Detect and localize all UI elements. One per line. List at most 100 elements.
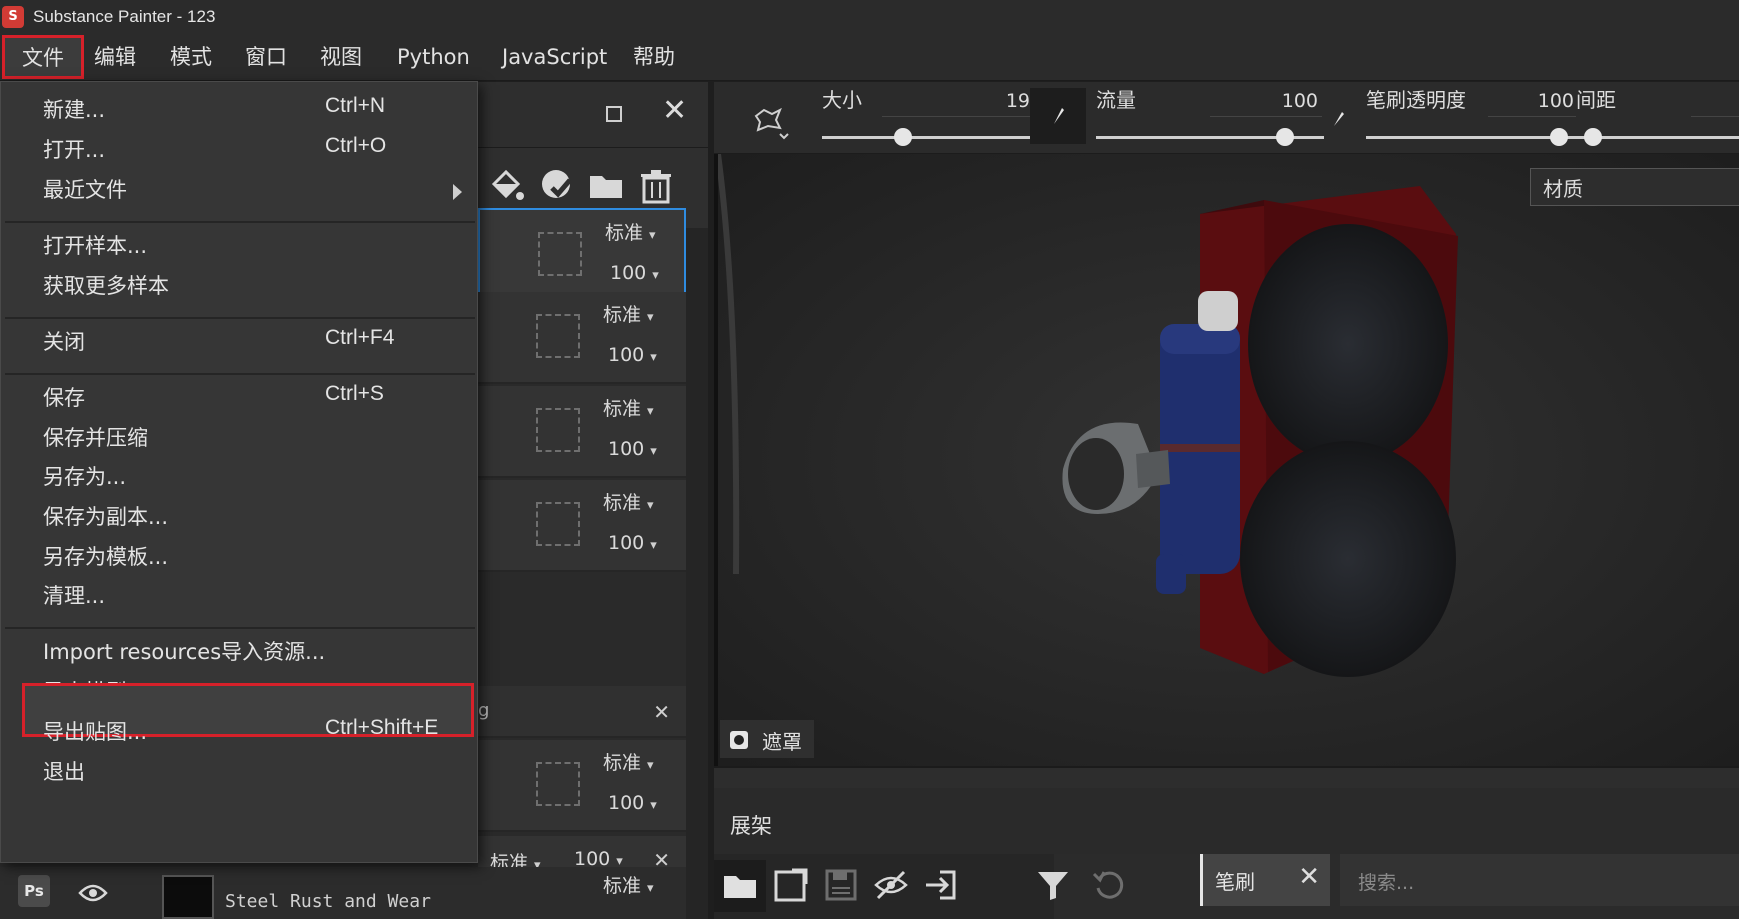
menu-mode[interactable]: 模式 (170, 33, 212, 81)
blend-mode-dropdown[interactable]: 标准▾ (603, 871, 654, 898)
menu-item-save-as[interactable]: 另存为... (3, 453, 475, 497)
menu-bar: 文件 编辑 模式 窗口 视图 Python JavaScript 帮助 (0, 33, 1739, 81)
close-panel-icon[interactable]: ✕ (662, 96, 687, 126)
size-field-underline (882, 116, 1034, 117)
menu-window[interactable]: 窗口 (245, 33, 287, 81)
flow-value[interactable]: 100 (1244, 90, 1318, 112)
menu-item-clean[interactable]: 清理... (3, 572, 475, 616)
photoshop-badge-icon: Ps (18, 875, 50, 907)
layers-panel-header: ✕ (478, 82, 708, 148)
brush-opacity-value[interactable]: 100 (1504, 90, 1574, 112)
remove-filter-icon[interactable]: ✕ (1298, 862, 1320, 892)
float-panel-icon[interactable] (606, 106, 622, 122)
layer-row[interactable]: 标准 ▾ 100 ▾ (478, 480, 686, 572)
blend-mode-dropdown[interactable]: 标准▾ (603, 488, 654, 515)
filter-icon[interactable] (1034, 866, 1072, 904)
size-slider-handle[interactable] (894, 128, 912, 146)
app-logo-icon: S (2, 5, 24, 28)
blend-mode-dropdown[interactable]: 标准▾ (605, 218, 656, 245)
fill-layer-icon[interactable] (486, 166, 526, 206)
layer-mask-thumbnail[interactable] (536, 502, 580, 546)
search-placeholder: 搜索... (1358, 872, 1415, 894)
menu-item-get-more-samples[interactable]: 获取更多样本 (3, 262, 475, 306)
pen-pressure-icon[interactable] (1328, 106, 1352, 130)
layer-row[interactable]: 标准 ▾ 100 ▾ (478, 292, 686, 384)
menu-javascript[interactable]: JavaScript (502, 33, 607, 81)
menu-item-save[interactable]: 保存 Ctrl+S (3, 374, 475, 418)
3d-model-render (718, 154, 1739, 766)
opacity-dropdown[interactable]: 100▾ (608, 532, 657, 554)
save-icon[interactable] (822, 866, 860, 904)
blend-mode-dropdown[interactable]: 标准▾ (603, 394, 654, 421)
menu-item-save-compress[interactable]: 保存并压缩 (3, 414, 475, 458)
flow-label: 流量 (1096, 88, 1136, 112)
hide-icon[interactable] (872, 866, 910, 904)
size-slider-track[interactable] (822, 136, 1034, 139)
layer-row[interactable]: 标准 ▾ 100 ▾ (478, 386, 686, 478)
layer-row[interactable]: 标准 ▾ 100 ▾ (478, 208, 686, 300)
layer-mask-thumbnail[interactable] (536, 762, 580, 806)
menu-item-open-sample[interactable]: 打开样本... (3, 222, 475, 266)
menu-edit[interactable]: 编辑 (94, 33, 136, 81)
mask-toggle[interactable]: 遮罩 (720, 720, 814, 758)
mask-icon (730, 731, 748, 749)
layer-mask-thumbnail[interactable] (538, 232, 582, 276)
spacing-slider-handle[interactable] (1584, 128, 1602, 146)
layer-mask-thumbnail[interactable] (536, 408, 580, 452)
opacity-dropdown[interactable]: 100▾ (608, 792, 657, 814)
layer-row-steel-rust[interactable]: Ps Steel Rust and Wear 标准 ▾ (0, 867, 686, 919)
menu-view[interactable]: 视图 (320, 33, 362, 81)
opacity-dropdown[interactable]: 100▾ (608, 438, 657, 460)
channel-select[interactable]: 材质 (1530, 168, 1739, 206)
shelf-panel: 展架 笔刷 ✕ 搜索... (714, 788, 1739, 919)
import-icon[interactable] (922, 866, 960, 904)
size-value[interactable]: 19 (964, 90, 1030, 112)
shelf-search-input[interactable]: 搜索... (1340, 854, 1739, 906)
blend-mode-dropdown[interactable]: 标准▾ (603, 300, 654, 327)
trash-icon[interactable] (636, 166, 676, 206)
mask-label: 遮罩 (762, 730, 802, 754)
menu-item-export-textures[interactable]: 导出贴图... Ctrl+Shift+E (3, 708, 475, 752)
window-title: Substance Painter - 123 (33, 6, 216, 26)
opacity-dropdown[interactable]: 100▾ (608, 344, 657, 366)
menu-item-new[interactable]: 新建... Ctrl+N (3, 86, 475, 130)
filter-tag-brush[interactable]: 笔刷 ✕ (1200, 854, 1330, 906)
shelf-toolbar: 笔刷 ✕ 搜索... (714, 854, 1739, 919)
menu-python[interactable]: Python (397, 33, 470, 81)
layer-row[interactable]: 标准 ▾ 100 ▾ (478, 740, 686, 832)
spacing-label: 间距 (1576, 88, 1616, 112)
blend-mode-dropdown[interactable]: 标准▾ (603, 748, 654, 775)
menu-item-open[interactable]: 打开... Ctrl+O (3, 126, 475, 170)
opacity-slider-track[interactable] (1366, 136, 1576, 139)
brush-opacity-label: 笔刷透明度 (1366, 88, 1466, 112)
pressure-size-toggle[interactable] (1030, 88, 1086, 144)
menu-file[interactable]: 文件 (2, 35, 84, 79)
menu-item-import-resources[interactable]: Import resources导入资源... (3, 628, 475, 672)
menu-item-recent-files[interactable]: 最近文件 (3, 166, 475, 210)
reset-icon[interactable] (1090, 866, 1128, 904)
folder-icon[interactable] (714, 860, 766, 912)
remove-icon[interactable]: ✕ (653, 700, 670, 724)
folder-icon[interactable] (586, 166, 626, 206)
menu-item-exit[interactable]: 退出 (3, 748, 475, 792)
menu-item-close[interactable]: 关闭 Ctrl+F4 (3, 318, 475, 362)
brush-preset-icon[interactable] (750, 102, 790, 142)
add-mask-icon[interactable] (536, 166, 576, 206)
menu-help[interactable]: 帮助 (633, 33, 675, 81)
size-label: 大小 (822, 88, 862, 112)
pen-pressure-icon (1054, 108, 1064, 124)
layer-mask-thumbnail[interactable] (536, 314, 580, 358)
menu-item-save-copy[interactable]: 保存为副本... (3, 493, 475, 537)
folder-layer-name: g (478, 700, 490, 721)
opacity-slider-handle[interactable] (1550, 128, 1568, 146)
flow-slider-handle[interactable] (1276, 128, 1294, 146)
expand-icon[interactable] (772, 866, 810, 904)
opacity-dropdown[interactable]: 100▾ (610, 262, 659, 284)
brush-properties-bar: 大小 19 流量 100 笔刷透明度 100 间距 (714, 82, 1739, 154)
layer-name: Steel Rust and Wear (225, 891, 431, 912)
3d-viewport[interactable]: 材质 遮罩 (714, 154, 1739, 766)
folder-layer-row[interactable]: g ✕ (478, 686, 686, 738)
menu-item-save-template[interactable]: 另存为模板... (3, 533, 475, 577)
eye-icon[interactable] (78, 883, 108, 903)
layers-scrollbar[interactable] (686, 228, 708, 919)
